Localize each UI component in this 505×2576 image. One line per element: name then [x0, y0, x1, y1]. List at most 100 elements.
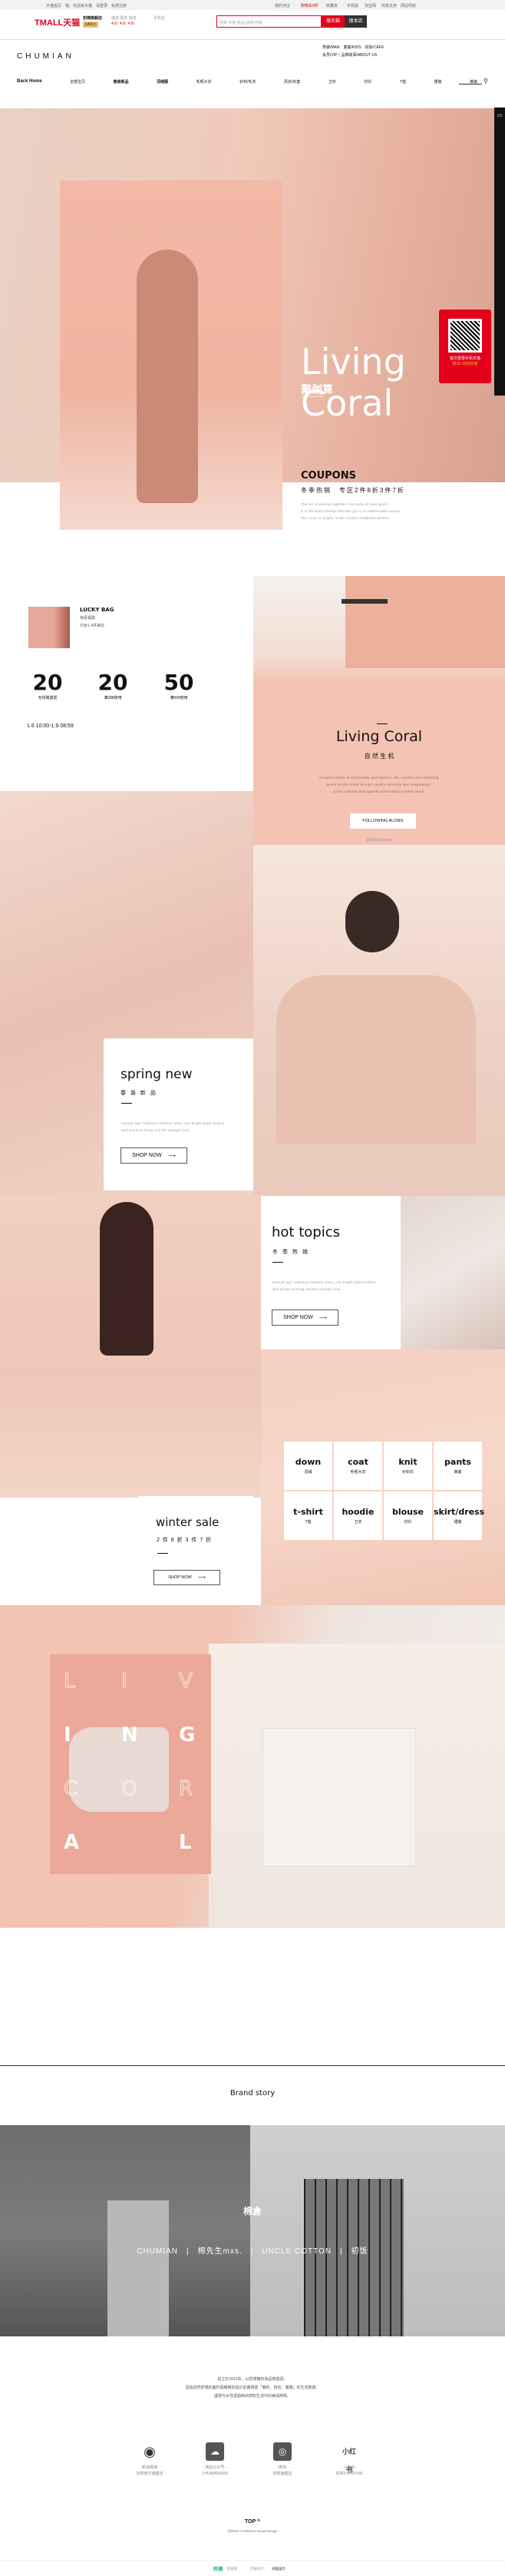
poster-letter: A [64, 1831, 80, 1854]
spring-theme-tag: @spring theme [366, 838, 392, 843]
poster-letter: L [64, 1670, 75, 1694]
model-head [345, 891, 399, 952]
top-link-register[interactable]: 免费注册 [111, 3, 127, 8]
top-link-login[interactable]: 请登录 [96, 3, 107, 8]
nav-back-home[interactable]: Back Home [17, 79, 42, 84]
qr-line2: 抢10-15元红包 [452, 362, 478, 366]
category-down[interactable]: down 羽绒 [284, 1442, 332, 1490]
hot-shop-now-button[interactable]: SHOP NOW ⟶ [272, 1310, 338, 1326]
brand-names: CHUMIAN | 棉先生mxs. | UNCLE COTTON | 初饭 [137, 2247, 368, 2256]
tmall-top-bar: 天猫首页 喵，欢迎来天猫 请登录 免费注册 我的淘宝 购物车0件 收藏夹 手机版… [0, 0, 505, 10]
top-link-cart[interactable]: 购物车0件 [301, 3, 319, 8]
back-to-top-button[interactable]: TOP ^ [0, 2519, 505, 2525]
coral-dash [377, 723, 388, 724]
copyright: @2018 CHUMIAN Visual Design [227, 2529, 278, 2533]
brand-links-row2[interactable]: 会员/VIP丨品牌故事/ABOUT US [322, 52, 377, 58]
top-link-mobile[interactable]: 手机版 [347, 3, 358, 8]
social-wechat[interactable]: ☁ - 微信公众号 - CHUMIAN1803 [180, 2442, 249, 2477]
social-xiaohongshu[interactable]: 小红书 - 小红书 - 初棉278397086 [315, 2442, 384, 2477]
sweatshirt-print [262, 1728, 416, 1866]
nav-down[interactable]: 羽绒服 [157, 79, 168, 84]
model-shirt-photo[interactable] [0, 1194, 261, 1498]
spring-paragraph: Casual age reduction fashion retro, use … [121, 1121, 225, 1132]
lucky-bag-image[interactable] [28, 607, 70, 648]
coupon-time: 1.6 10:00-1.9 08:59 [27, 723, 74, 729]
qr-line1: 首次登录手机天猫 [449, 356, 480, 361]
spring-dash [121, 1103, 132, 1104]
model-sweater [276, 975, 476, 1144]
spring-new-subtitle: 春 装 新 品 [120, 1091, 157, 1096]
wechat-icon: ☁ [206, 2442, 224, 2461]
nav-coat[interactable]: 毛呢大衣 [196, 79, 212, 84]
poster-letter: V [179, 1670, 193, 1694]
model-knit-photo[interactable] [253, 845, 505, 1198]
top-link-mytaobao[interactable]: 我的淘宝 [275, 3, 290, 8]
qr-popup[interactable]: 首次登录手机天猫 抢10-15元红包 [439, 310, 491, 383]
juhuasuan-url: -juhuasuan.com- [301, 394, 324, 398]
coupon-20-a[interactable]: 20 无线端激发 [28, 670, 67, 700]
header-divider [0, 39, 505, 40]
poster-letter: I [121, 1670, 127, 1694]
brand-story-title: Brand story [229, 2089, 276, 2098]
top-link-seller[interactable]: 商家支持 [381, 3, 397, 8]
social-weibo[interactable]: ◉ - 新浪微博 - 初棉官方旗舰店 [115, 2442, 184, 2477]
arrow-right-icon: ⟶ [167, 1153, 176, 1159]
winter-shop-now-button[interactable]: SHOP NOW ⟶ [153, 1570, 220, 1585]
shop-name[interactable]: 初棉旗舰店 [83, 15, 102, 21]
top-link-welcome: 喵，欢迎来天猫 [65, 4, 93, 8]
category-coat[interactable]: coat 毛呢大衣 [334, 1442, 382, 1490]
model-figure [137, 250, 198, 503]
coupon-50[interactable]: 50 满599使用 [160, 670, 198, 700]
top-link-sitenav[interactable]: 网站导航 [401, 3, 416, 8]
category-skirt-dress[interactable]: skirt/dress 裙装 [434, 1492, 484, 1540]
top-link-taobao[interactable]: 淘宝网 [365, 3, 376, 8]
search-tmall-button[interactable]: 搜天猫 [322, 15, 345, 28]
miancang-logo: 棉倉 [243, 2206, 262, 2217]
nav-all[interactable]: 全部宝贝 [70, 79, 85, 84]
designer-link[interactable]: 天猫设计 [272, 2567, 286, 2571]
coupon-20-b[interactable]: 20 满288使用 [94, 670, 132, 700]
hero-model-photo[interactable] [60, 180, 282, 530]
coral-title: Living Coral [335, 728, 423, 745]
search-input[interactable]: 搜索 天猫 商品/品牌/店铺 [216, 15, 322, 28]
mobile-shop-link[interactable]: 手机店 [153, 15, 165, 21]
model-sweatshirt-photo[interactable] [209, 1644, 505, 1928]
top-link-favorites[interactable]: 收藏夹 [326, 3, 338, 8]
category-t-shirt[interactable]: t-shirt T恤 [284, 1492, 332, 1540]
footer-divider [0, 2560, 505, 2561]
category-pants[interactable]: pants 裤装 [434, 1442, 482, 1490]
chumian-logo[interactable]: CHUMIAN [17, 52, 74, 61]
nav-skirt[interactable]: 裙装 [434, 79, 441, 84]
top-link-home[interactable]: 天猫首页 [46, 3, 61, 8]
category-hoodie[interactable]: hoodie 卫衣 [334, 1492, 382, 1540]
brand-story-divider [0, 2065, 505, 2066]
brand-links-row1[interactable]: 男装/MAN 童装/KIDS 初饭/CAFE [322, 45, 384, 50]
nav-tshirt[interactable]: T恤 [400, 79, 406, 84]
nav-trench[interactable]: 风衣/外套 [284, 79, 300, 84]
social-weitao[interactable]: ◎ - 微淘 - 初棉旗舰店 [248, 2442, 317, 2477]
category-knit[interactable]: knit 针织衫 [384, 1442, 432, 1490]
lucky-bag-line2: 内含1-4件美衣 [80, 624, 105, 628]
shop-badge: 品牌官方 [83, 22, 98, 28]
search-icon[interactable]: ⚲ [484, 78, 488, 84]
nav-spring-new[interactable]: 春装新品 [114, 79, 129, 84]
search-shop-button[interactable]: 搜本店 [345, 15, 367, 28]
hot-topics-card [261, 1196, 401, 1349]
spring-shop-now-button[interactable]: SHOP NOW ⟶ [120, 1147, 187, 1164]
xiaohongshu-icon: 小红书 [342, 2448, 356, 2474]
lucky-bag-title: LUCKY BAG [80, 607, 114, 613]
category-blouse[interactable]: blouse 衬衫 [384, 1492, 432, 1540]
nav-shirt[interactable]: 衬衫 [364, 79, 371, 84]
tmall-logo[interactable]: TMALL天猫 [35, 16, 80, 28]
nav-hoodie[interactable]: 卫衣 [328, 79, 336, 84]
brand-story-paragraph: 創立於2012年，以舒適簡約為品牌基調。 透過自然舒適的面料與精緻的設計剪裁傳遞「… [185, 2377, 320, 2399]
hot-topics-subtitle: 冬 季 热 销 [272, 1250, 309, 1255]
living-coral-poster[interactable]: L I V I N G C O R A L [50, 1654, 211, 1874]
right-toolbar[interactable]: ▭ [494, 108, 505, 396]
ratings-label: 描述 服务 物流 [111, 16, 137, 21]
coupons-title: COUPONS [301, 470, 356, 482]
following-along-button[interactable]: FOLLOWING ALONG [350, 813, 416, 829]
nav-knit[interactable]: 针织/毛衣 [239, 79, 256, 84]
poster-letter: L [179, 1831, 192, 1854]
cart-icon[interactable]: ▭ [494, 112, 505, 118]
